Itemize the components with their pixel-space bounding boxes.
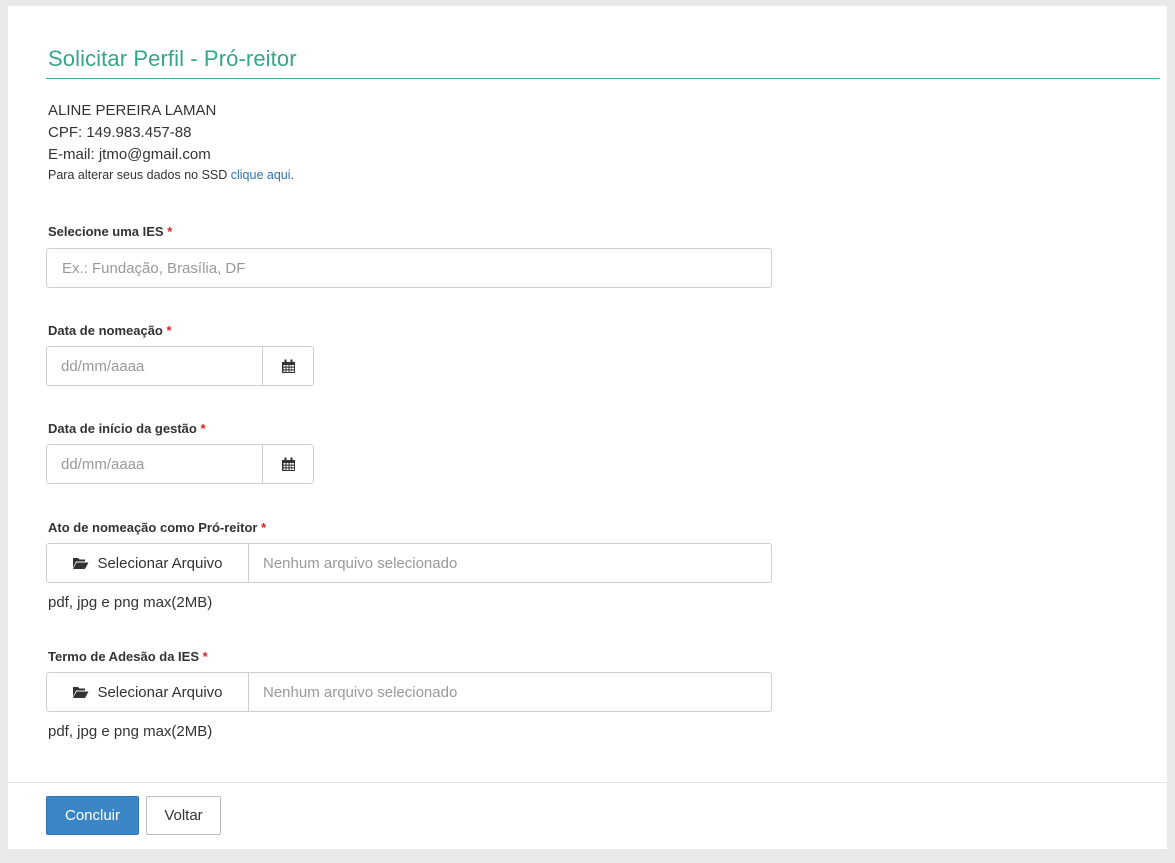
data-inicio-label-text: Data de início da gestão [48, 421, 197, 436]
page-title: Solicitar Perfil - Pró-reitor [48, 46, 297, 71]
ato-nomeacao-file-name: Nenhum arquivo selecionado [249, 543, 772, 583]
ato-nomeacao-select-file-button[interactable]: Selecionar Arquivo [46, 543, 249, 583]
title-divider [46, 78, 1160, 79]
user-info: ALINE PEREIRA LAMAN CPF: 149.983.457-88 … [48, 100, 294, 184]
required-mark: * [167, 224, 173, 239]
change-data-text: Para alterar seus dados no SSD [48, 168, 231, 182]
termo-adesao-label-text: Termo de Adesão da IES [48, 649, 199, 664]
change-data-note: Para alterar seus dados no SSD clique aq… [48, 166, 294, 184]
data-nomeacao-calendar-button[interactable] [262, 346, 314, 386]
user-name: ALINE PEREIRA LAMAN [48, 102, 217, 119]
change-data-suffix: . [290, 168, 294, 182]
data-nomeacao-label: Data de nomeação * [48, 323, 172, 338]
required-mark: * [261, 520, 267, 535]
ies-placeholder: Ex.: Fundação, Brasília, DF [62, 259, 246, 277]
termo-adesao-file-status: Nenhum arquivo selecionado [263, 683, 458, 701]
data-inicio-label: Data de início da gestão * [48, 421, 206, 436]
calendar-icon [281, 359, 295, 373]
concluir-button[interactable]: Concluir [46, 796, 139, 835]
folder-open-icon [73, 557, 89, 569]
termo-adesao-label: Termo de Adesão da IES * [48, 649, 208, 664]
folder-open-icon [73, 686, 89, 698]
change-data-link[interactable]: clique aqui [231, 168, 291, 182]
ies-label-text: Selecione uma IES [48, 224, 164, 239]
data-nomeacao-placeholder: dd/mm/aaaa [61, 357, 145, 375]
termo-adesao-file-name: Nenhum arquivo selecionado [249, 672, 772, 712]
ato-nomeacao-label: Ato de nomeação como Pró-reitor * [48, 520, 266, 535]
required-mark: * [166, 323, 172, 338]
termo-adesao-button-label: Selecionar Arquivo [97, 683, 223, 701]
ato-nomeacao-file-group: Selecionar Arquivo Nenhum arquivo seleci… [46, 543, 772, 583]
required-mark: * [200, 421, 206, 436]
termo-adesao-select-file-button[interactable]: Selecionar Arquivo [46, 672, 249, 712]
data-nomeacao-group: dd/mm/aaaa [46, 346, 314, 386]
data-nomeacao-input[interactable]: dd/mm/aaaa [46, 346, 262, 386]
ies-search-input[interactable]: Ex.: Fundação, Brasília, DF [46, 248, 772, 288]
ato-nomeacao-hint: pdf, jpg e png max(2MB) [48, 594, 213, 611]
voltar-button[interactable]: Voltar [146, 796, 221, 835]
ies-label: Selecione uma IES * [48, 224, 172, 239]
required-mark: * [202, 649, 208, 664]
data-nomeacao-label-text: Data de nomeação [48, 323, 163, 338]
termo-adesao-hint: pdf, jpg e png max(2MB) [48, 723, 213, 740]
data-inicio-input[interactable]: dd/mm/aaaa [46, 444, 262, 484]
user-email: E-mail: jtmo@gmail.com [48, 146, 211, 163]
data-inicio-calendar-button[interactable] [262, 444, 314, 484]
termo-adesao-file-group: Selecionar Arquivo Nenhum arquivo seleci… [46, 672, 772, 712]
calendar-icon [281, 457, 295, 471]
form-panel: Solicitar Perfil - Pró-reitor ALINE PERE… [8, 6, 1167, 849]
footer-divider [8, 782, 1167, 783]
ato-nomeacao-file-status: Nenhum arquivo selecionado [263, 554, 458, 572]
ato-nomeacao-button-label: Selecionar Arquivo [97, 554, 223, 572]
data-inicio-placeholder: dd/mm/aaaa [61, 455, 145, 473]
data-inicio-group: dd/mm/aaaa [46, 444, 314, 484]
ato-nomeacao-label-text: Ato de nomeação como Pró-reitor [48, 520, 258, 535]
user-cpf: CPF: 149.983.457-88 [48, 124, 192, 141]
